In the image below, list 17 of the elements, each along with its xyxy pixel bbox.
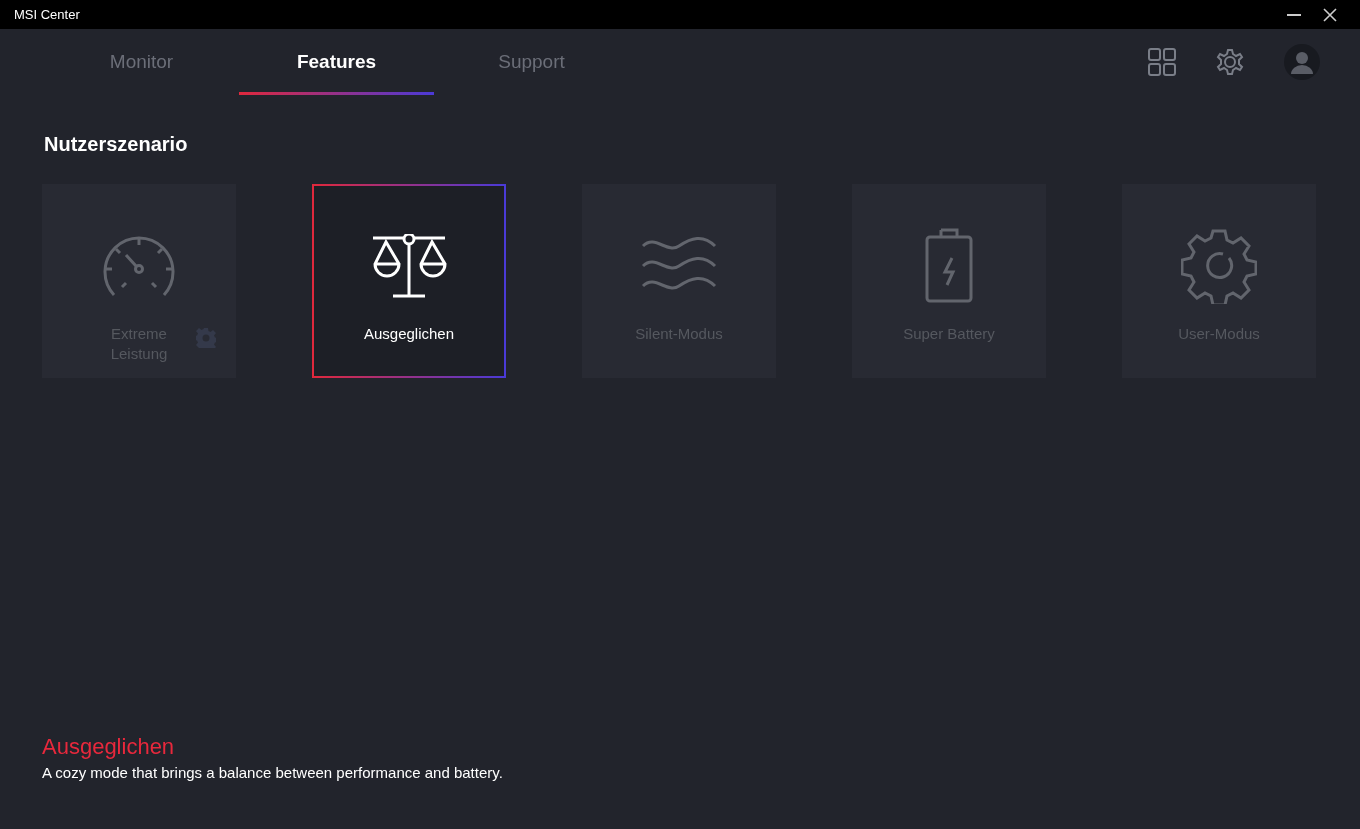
window-title: MSI Center [14, 7, 81, 22]
mode-title: Ausgeglichen [42, 734, 176, 760]
settings-icon[interactable] [1216, 48, 1244, 76]
close-icon[interactable] [1323, 7, 1337, 22]
avatar-icon[interactable] [1284, 44, 1320, 80]
nav-tab[interactable]: Features [239, 29, 434, 95]
mode-card[interactable]: Ausgeglichen [312, 184, 506, 378]
mode-description: A cozy mode that brings a balance between performance and battery. [42, 764, 504, 781]
minimize-icon[interactable] [1287, 13, 1301, 16]
grid-icon[interactable] [1148, 48, 1176, 76]
speedometer-icon [102, 233, 176, 299]
battery-icon [924, 228, 974, 304]
gear-icon [1181, 228, 1257, 304]
nav-tab[interactable]: Monitor [44, 29, 239, 95]
section-heading: Nutzerszenario [44, 133, 189, 156]
scale-icon [371, 234, 447, 298]
nav-tab[interactable]: Support [434, 29, 629, 95]
